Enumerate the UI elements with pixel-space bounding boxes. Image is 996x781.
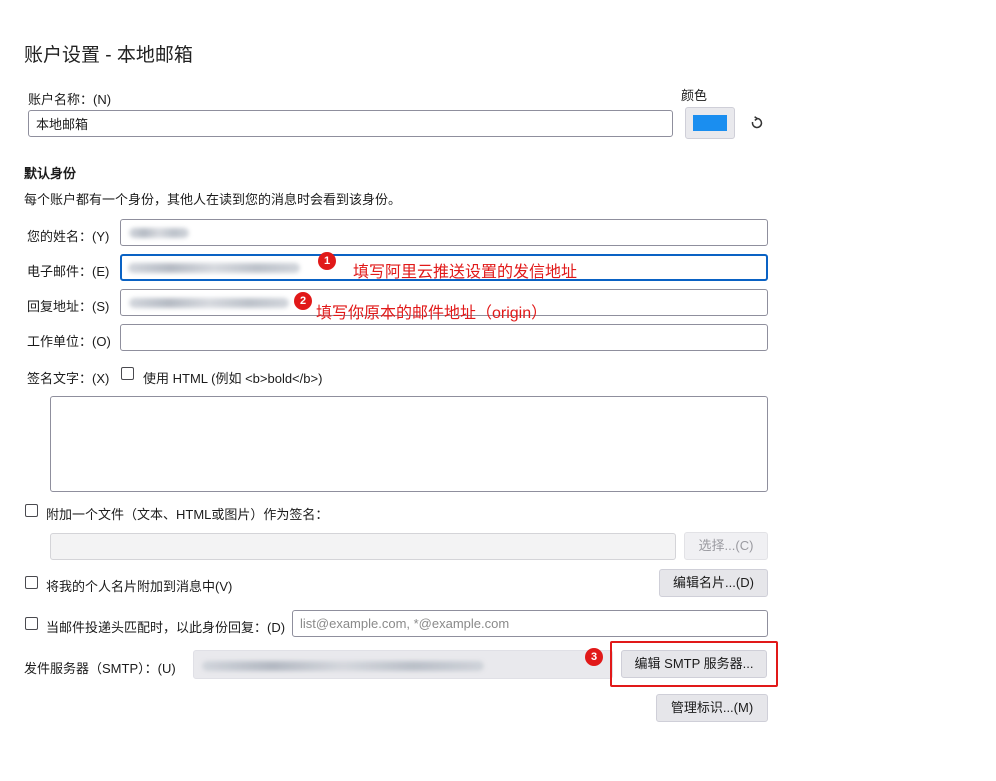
choose-file-button[interactable]: 选择...(C) <box>684 532 768 560</box>
organization-label: 工作单位：(O) <box>27 334 111 349</box>
use-html-checkbox[interactable] <box>121 367 134 380</box>
manage-identities-button[interactable]: 管理标识...(M) <box>656 694 768 722</box>
color-picker-button[interactable] <box>685 107 735 139</box>
reply-match-input[interactable] <box>292 610 768 637</box>
identity-description: 每个账户都有一个身份，其他人在读到您的消息时会看到该身份。 <box>24 192 402 207</box>
smtp-label: 发件服务器（SMTP）：(U) <box>24 661 176 676</box>
color-label: 颜色 <box>681 88 708 103</box>
attach-file-checkbox[interactable] <box>25 504 38 517</box>
identity-heading: 默认身份 <box>24 166 77 181</box>
annotation-badge-3: 3 <box>585 648 603 666</box>
attach-file-label: 附加一个文件（文本、HTML或图片）作为签名： <box>46 507 329 522</box>
annotation-badge-1: 1 <box>318 252 336 270</box>
redacted-smtp-server <box>202 661 484 671</box>
reply-to-label: 回复地址：(S) <box>27 299 110 314</box>
redacted-name <box>129 228 189 238</box>
color-swatch <box>693 115 727 131</box>
your-name-input[interactable] <box>120 219 768 246</box>
use-html-label: 使用 HTML (例如 <b>bold</b>) <box>143 371 323 386</box>
page-title: 账户设置 - 本地邮箱 <box>24 45 193 66</box>
reply-match-checkbox[interactable] <box>25 617 38 630</box>
annotation-badge-2: 2 <box>294 292 312 310</box>
redacted-reply-to <box>129 298 289 308</box>
edit-card-button[interactable]: 编辑名片...(D) <box>659 569 768 597</box>
redacted-email <box>128 263 300 273</box>
reset-color-icon[interactable] <box>749 115 765 131</box>
smtp-server-select[interactable] <box>193 650 613 679</box>
annotation-highlight-box <box>610 641 778 687</box>
attach-vcard-checkbox[interactable] <box>25 576 38 589</box>
your-name-label: 您的姓名：(Y) <box>27 229 110 244</box>
email-label: 电子邮件：(E) <box>27 264 110 279</box>
annotation-note-1: 填写阿里云推送设置的发信地址 <box>353 264 578 281</box>
organization-input[interactable] <box>120 324 768 351</box>
signature-textarea[interactable] <box>50 396 768 492</box>
signature-file-input[interactable] <box>50 533 676 560</box>
reply-match-label: 当邮件投递头匹配时，以此身份回复：(D) <box>46 620 286 635</box>
signature-label: 签名文字：(X) <box>27 371 110 386</box>
attach-vcard-label: 将我的个人名片附加到消息中(V) <box>46 579 233 594</box>
account-name-label: 账户名称：(N) <box>28 92 112 107</box>
annotation-note-2: 填写你原本的邮件地址（origin） <box>316 305 548 322</box>
account-name-input[interactable] <box>28 110 673 137</box>
